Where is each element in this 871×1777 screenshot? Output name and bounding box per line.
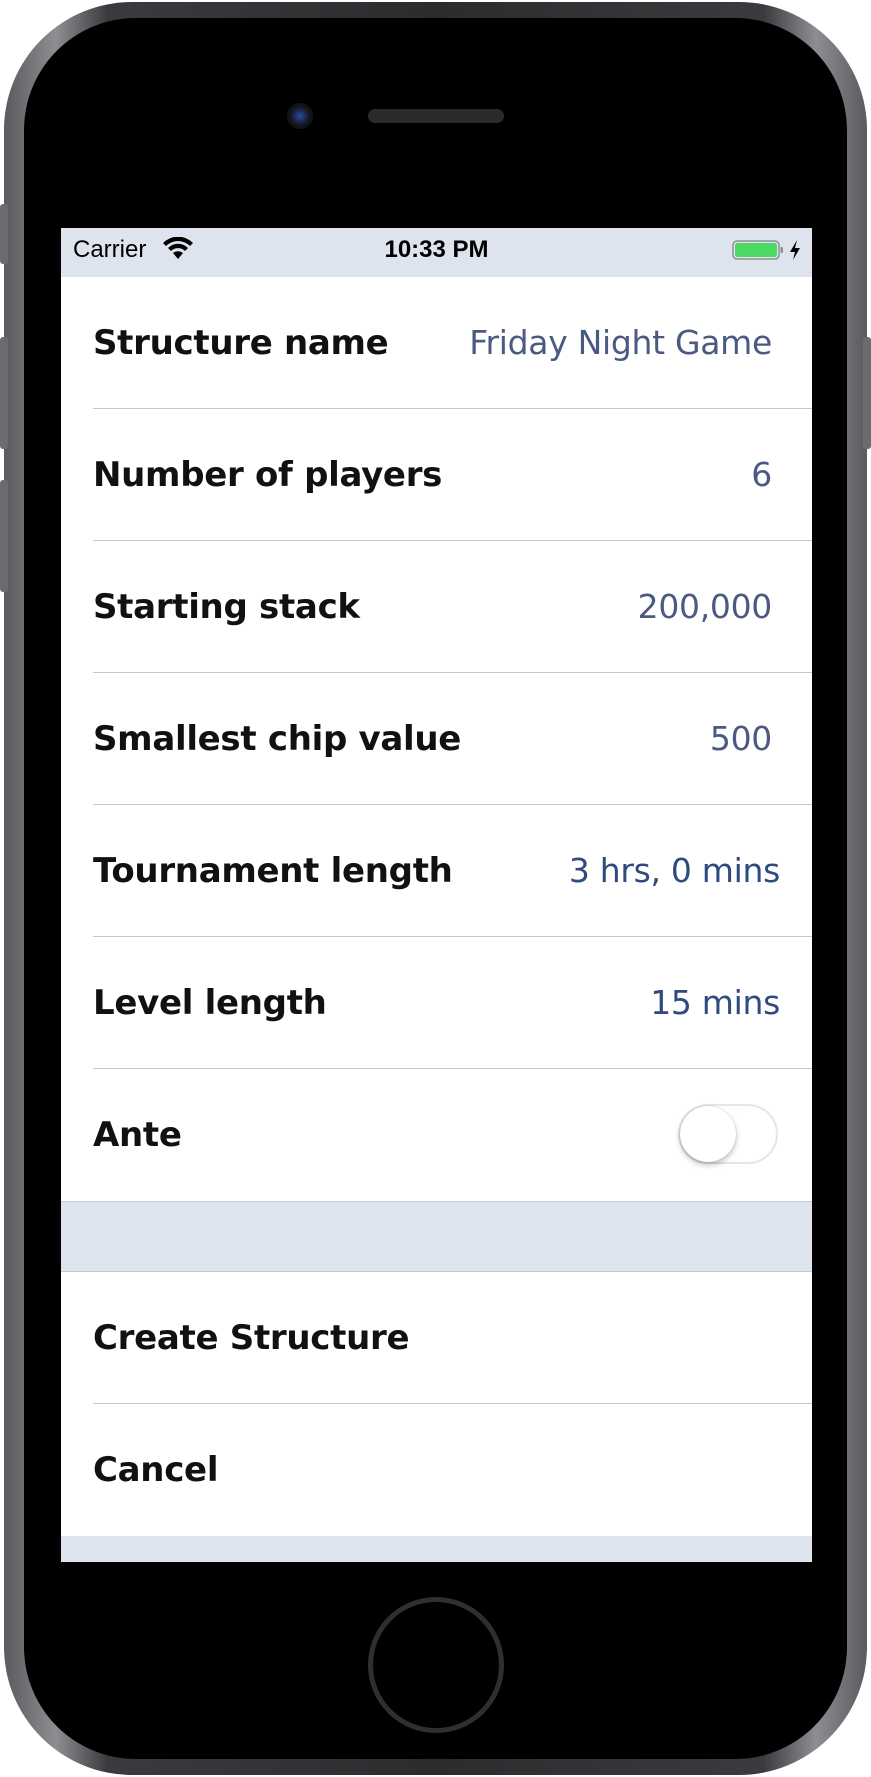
number-of-players-value[interactable]: 6: [751, 409, 772, 541]
cancel-label: Cancel: [93, 1450, 219, 1490]
row-structure-name[interactable]: Structure name Friday Night Game: [61, 277, 812, 409]
battery-icon: [732, 240, 783, 260]
power-button: [863, 337, 871, 449]
row-label: Tournament length: [93, 851, 453, 891]
create-structure-label: Create Structure: [93, 1318, 410, 1358]
level-length-value[interactable]: 15 mins: [650, 937, 780, 1069]
row-label: Smallest chip value: [93, 719, 462, 759]
row-tournament-length[interactable]: Tournament length 3 hrs, 0 mins: [61, 805, 812, 937]
row-level-length[interactable]: Level length 15 mins: [61, 937, 812, 1069]
row-number-of-players[interactable]: Number of players 6: [61, 409, 812, 541]
row-label: Structure name: [93, 323, 389, 363]
row-ante: Ante: [61, 1069, 812, 1201]
smallest-chip-value[interactable]: 500: [710, 673, 772, 805]
front-camera-icon: [287, 103, 313, 129]
create-structure-button[interactable]: Create Structure: [61, 1272, 812, 1404]
ante-toggle[interactable]: [678, 1104, 778, 1164]
home-button[interactable]: [368, 1597, 504, 1733]
row-smallest-chip-value[interactable]: Smallest chip value 500: [61, 673, 812, 805]
status-time: 10:33 PM: [384, 236, 489, 263]
section-separator: [61, 1201, 812, 1272]
status-bar: Carrier 10:33 PM: [61, 228, 812, 277]
row-label: Number of players: [93, 455, 443, 495]
tournament-length-value[interactable]: 3 hrs, 0 mins: [569, 805, 780, 937]
starting-stack-value[interactable]: 200,000: [638, 541, 773, 673]
structure-name-value[interactable]: Friday Night Game: [469, 277, 772, 409]
toggle-knob: [680, 1106, 736, 1162]
row-label: Level length: [93, 983, 327, 1023]
row-label: Ante: [93, 1115, 182, 1155]
structure-form: Structure name Friday Night Game Number …: [61, 277, 812, 1536]
volume-up-button: [0, 337, 8, 449]
cancel-button[interactable]: Cancel: [61, 1404, 812, 1536]
earpiece-speaker: [368, 109, 504, 123]
volume-down-button: [0, 480, 8, 592]
row-starting-stack[interactable]: Starting stack 200,000: [61, 541, 812, 673]
row-label: Starting stack: [93, 587, 360, 627]
charging-bolt-icon: [790, 240, 800, 260]
screen: Carrier 10:33 PM Structure name Friday N…: [61, 228, 812, 1562]
silent-switch: [0, 204, 8, 264]
